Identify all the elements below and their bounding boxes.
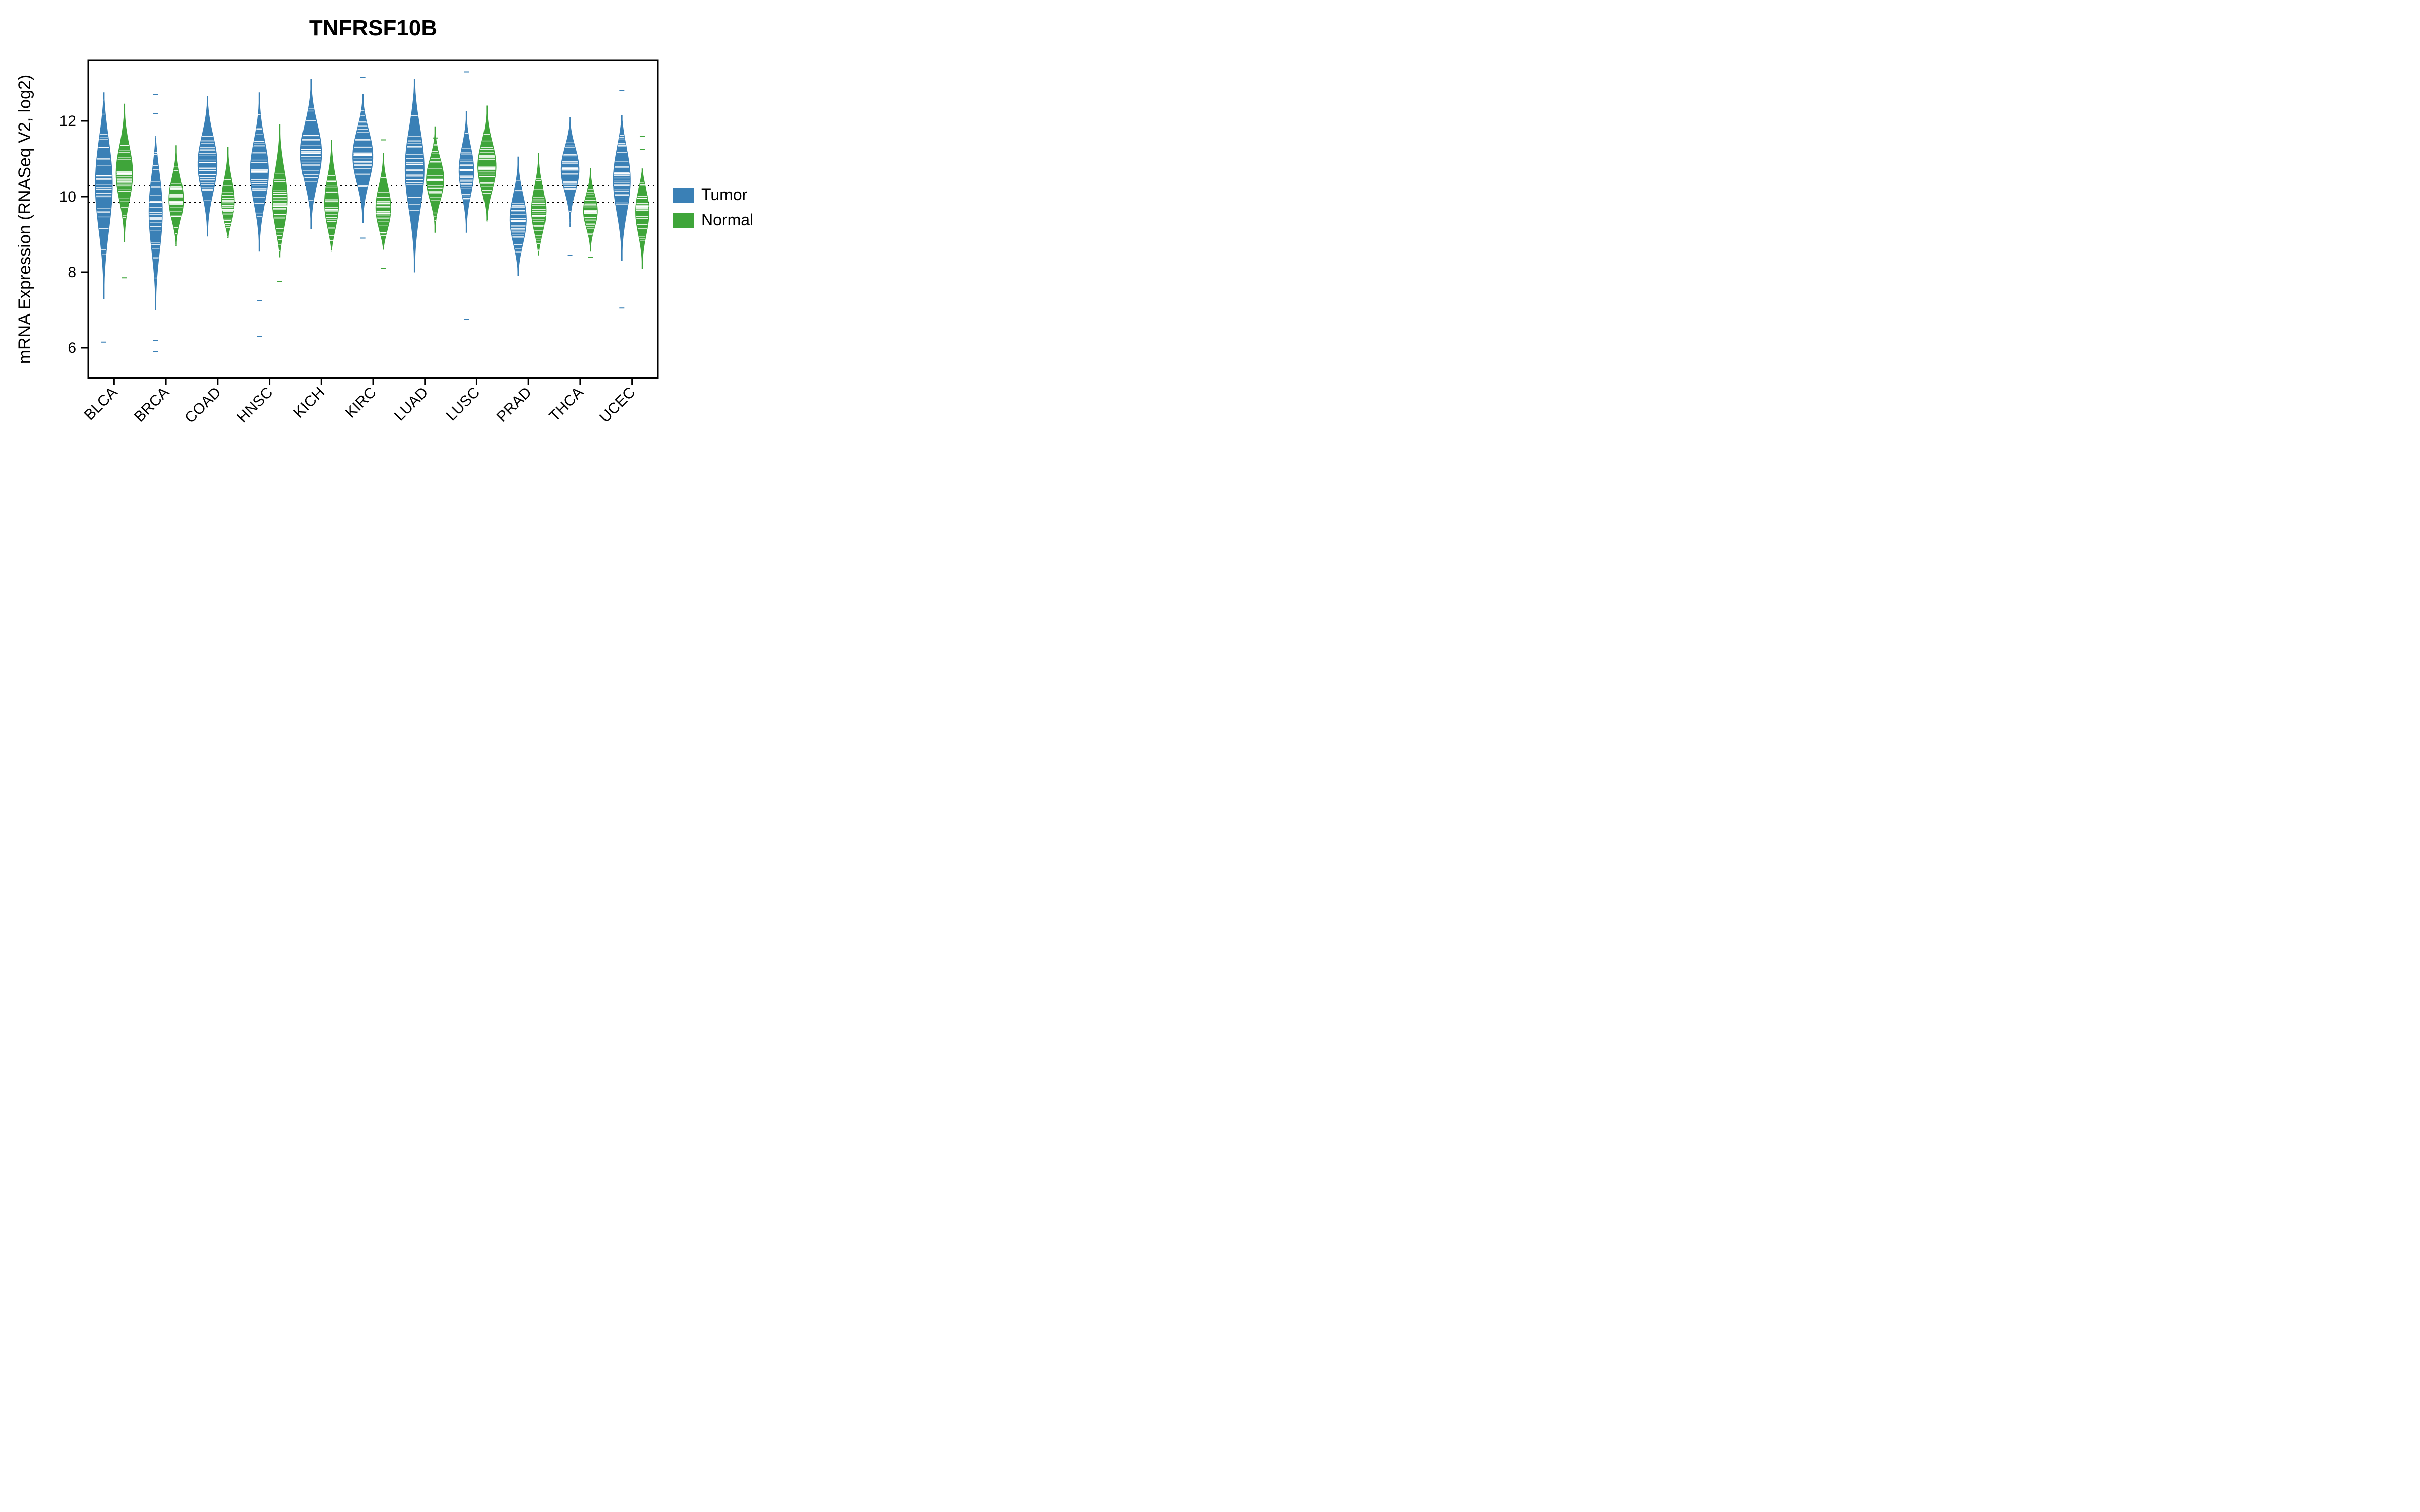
x-category-label: BRCA — [131, 384, 172, 425]
y-tick-label: 10 — [59, 188, 76, 205]
y-tick-label: 8 — [68, 264, 76, 281]
chart-svg: TNFRSF10B 6 8 10 12 mRNA Expression (RNASeq V… — [0, 0, 774, 484]
violin-shape — [272, 125, 287, 258]
x-category-label: KIRC — [342, 384, 380, 421]
x-category-label: KICH — [290, 384, 328, 421]
violin-shape — [583, 168, 597, 251]
violin-shape — [510, 157, 526, 276]
x-category-label: LUSC — [443, 384, 483, 424]
x-category-label: BLCA — [81, 384, 121, 424]
violin-shape — [116, 104, 133, 242]
x-category-label: COAD — [182, 384, 224, 427]
legend-swatch — [673, 213, 694, 228]
violin-shape — [300, 80, 322, 229]
legend-label: Tumor — [701, 185, 748, 204]
legend: Tumor Normal — [673, 185, 753, 229]
chart-container: TNFRSF10B 6 8 10 12 mRNA Expression (RNASeq V… — [0, 0, 774, 484]
legend-swatch — [673, 188, 694, 203]
y-tick-label: 12 — [59, 113, 76, 130]
x-category-label: HNSC — [234, 384, 276, 426]
x-category-label: UCEC — [596, 384, 638, 426]
violin-shape — [478, 106, 496, 221]
x-category-label: LUAD — [391, 384, 432, 424]
legend-item: Tumor — [673, 185, 748, 204]
x-category-label: PRAD — [494, 384, 535, 425]
violin-shape — [324, 140, 338, 251]
legend-item: Normal — [673, 211, 753, 229]
violin-shape — [561, 117, 579, 227]
violin-shape — [353, 95, 373, 223]
violin-shape — [459, 111, 474, 232]
chart-title: TNFRSF10B — [309, 16, 437, 40]
violin-shape — [198, 96, 217, 236]
violin-shape — [531, 153, 546, 256]
y-axis-label: mRNA Expression (RNASeq V2, log2) — [15, 75, 34, 364]
legend-label: Normal — [701, 211, 753, 229]
x-category-label: THCA — [546, 384, 587, 425]
y-tick-label: 6 — [68, 340, 76, 356]
